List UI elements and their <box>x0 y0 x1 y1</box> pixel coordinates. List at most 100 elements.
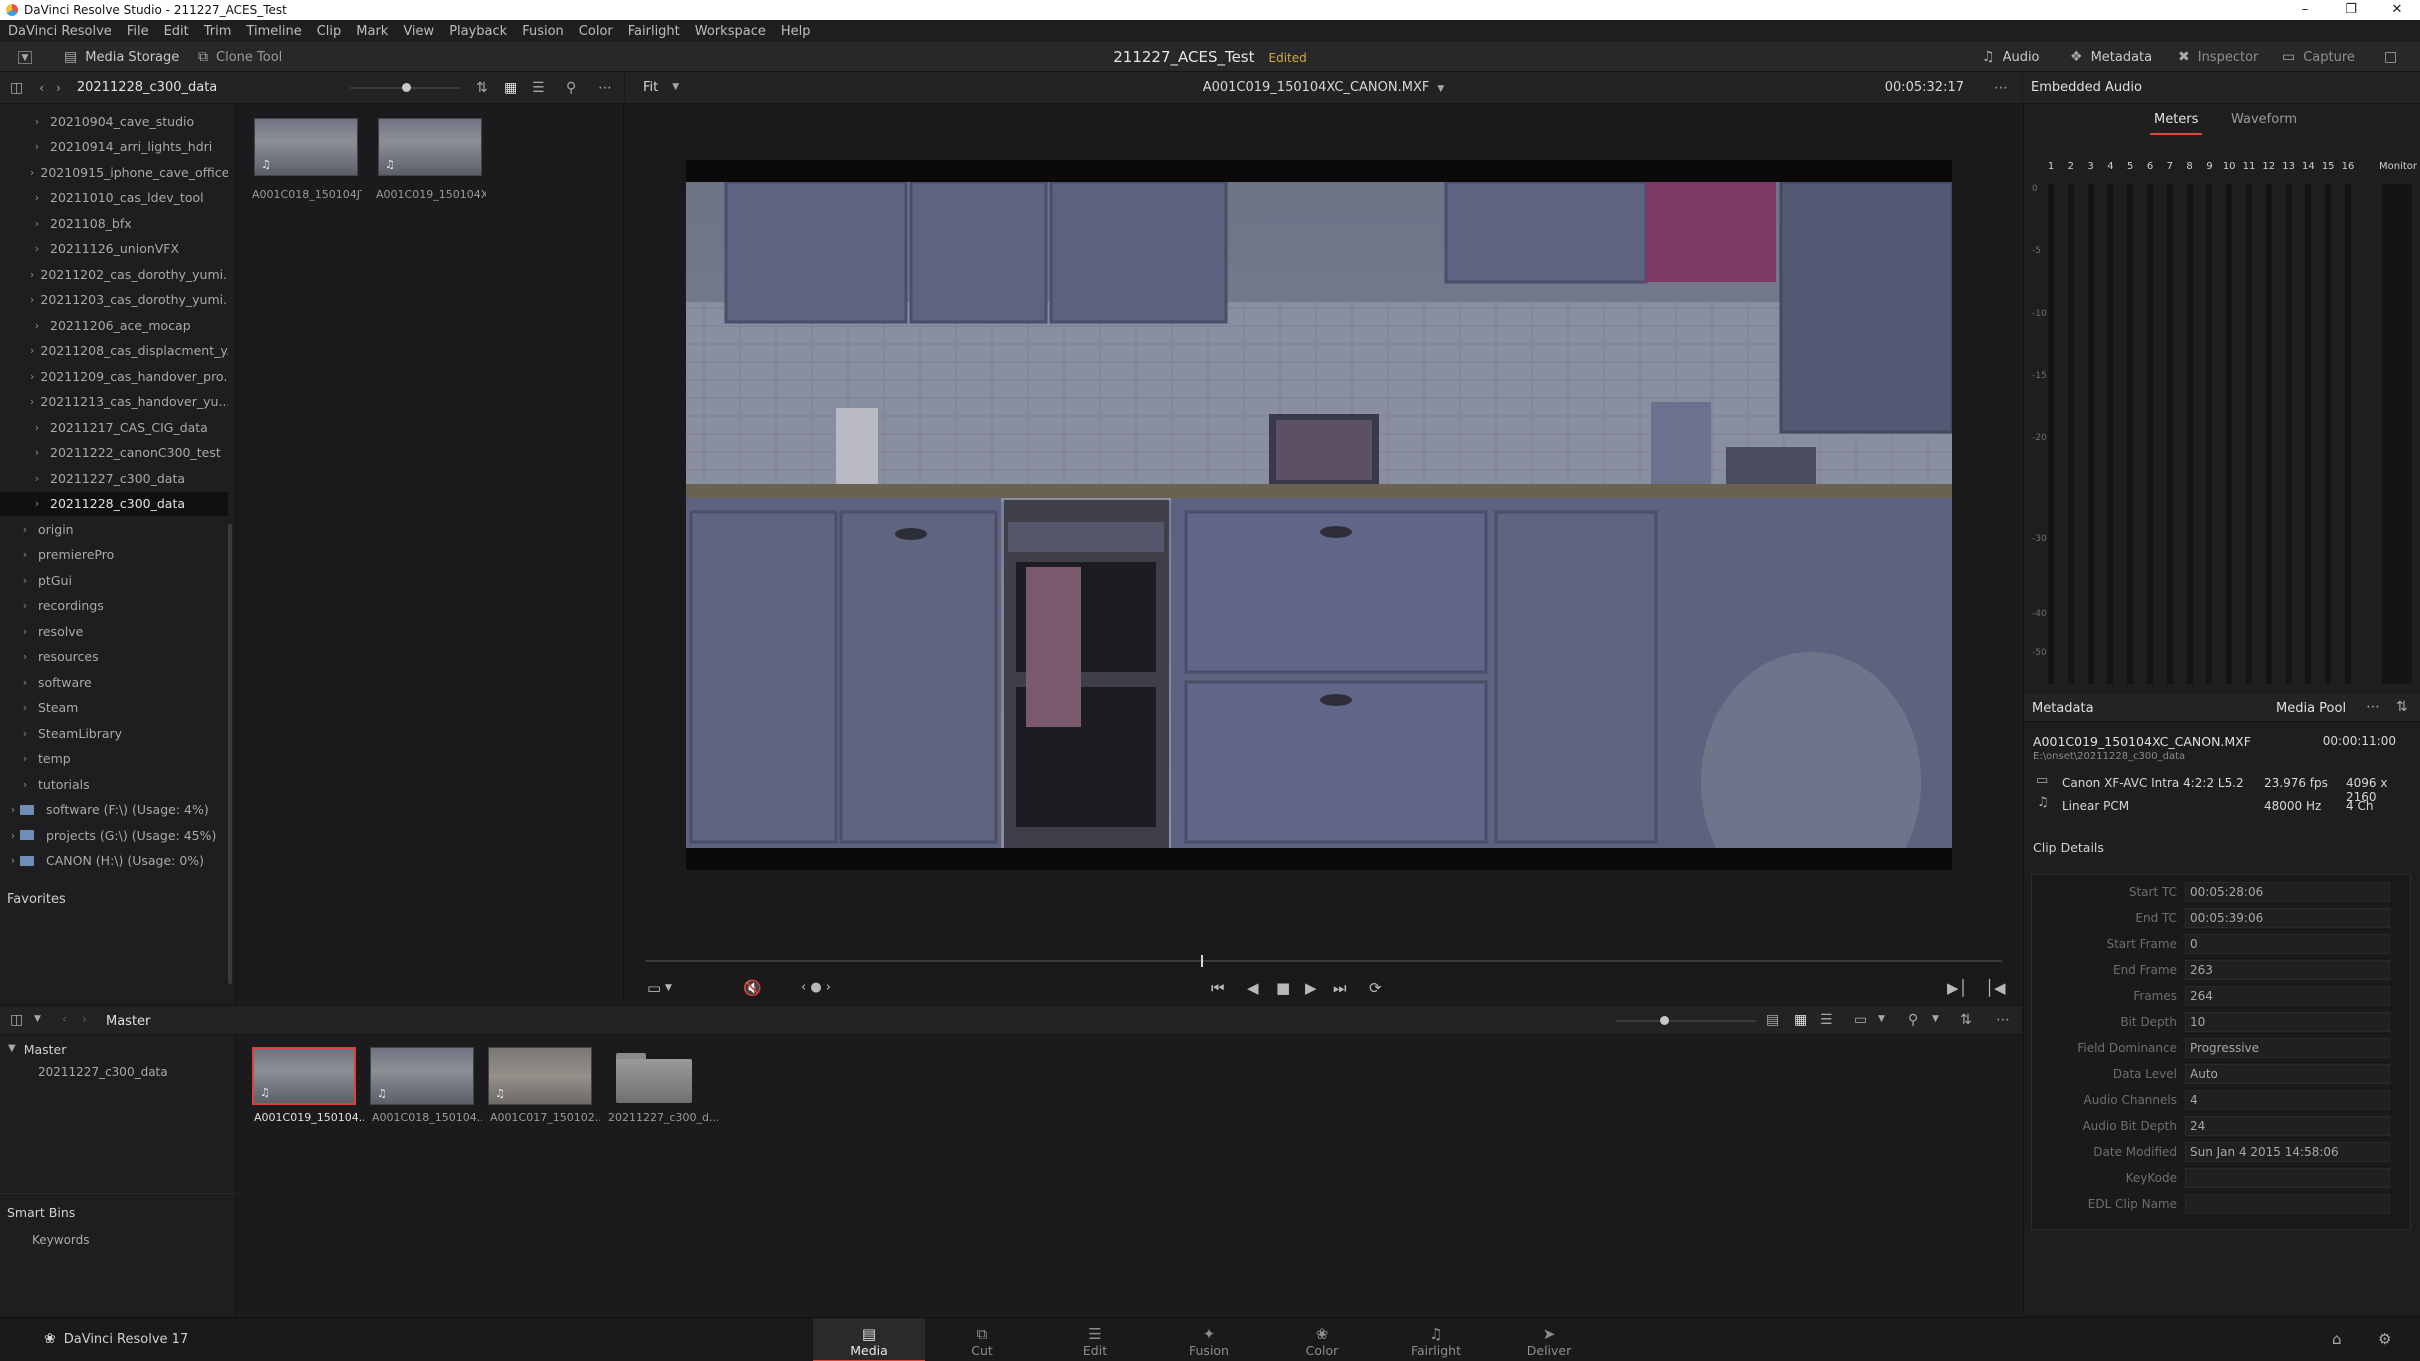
chevron-right-icon[interactable]: › <box>30 395 34 408</box>
chevron-right-icon[interactable]: › <box>30 242 44 255</box>
folder-item[interactable]: › 20211222_canonC300_test <box>0 441 228 465</box>
metadata-field-input[interactable] <box>2185 1194 2390 1214</box>
chevron-right-icon[interactable]: › <box>18 523 32 536</box>
search-icon[interactable]: ⚲ <box>1908 1013 1918 1027</box>
media-storage-button[interactable]: ▤ Media Storage <box>64 42 179 72</box>
folder-item[interactable]: › resolve <box>0 619 228 643</box>
folder-item[interactable]: › 20211010_cas_ldev_tool <box>0 186 228 210</box>
drive-item[interactable]: › projects (G:\) (Usage: 45%) <box>0 823 228 847</box>
menu-edit[interactable]: Edit <box>164 24 189 39</box>
page-cut[interactable]: ⧉ Cut <box>926 1318 1038 1361</box>
chevron-right-icon[interactable]: › <box>18 701 32 714</box>
chevron-right-icon[interactable]: › <box>30 370 34 383</box>
bin-item[interactable]: 20211227_c300_data <box>38 1065 168 1079</box>
folder-item[interactable]: › 2021108_bfx <box>0 211 228 235</box>
stop-icon[interactable]: ■ <box>1276 972 1290 1004</box>
more-options-icon[interactable]: ⋯ <box>2366 700 2380 714</box>
previous-frame-icon[interactable]: │◀ <box>1985 972 2006 1004</box>
folder-item[interactable]: › 20211227_c300_data <box>0 466 228 490</box>
grid-view-icon[interactable]: ▦ <box>504 81 517 95</box>
menu-view[interactable]: View <box>403 24 434 39</box>
menu-color[interactable]: Color <box>579 24 613 39</box>
folder-item[interactable]: › premierePro <box>0 543 228 567</box>
clone-tool-button[interactable]: ⧉ Clone Tool <box>198 42 282 72</box>
list-view-icon[interactable]: ☰ <box>1820 1013 1833 1027</box>
folder-icon[interactable] <box>616 1053 692 1103</box>
chevron-right-icon[interactable]: › <box>30 115 44 128</box>
maximize-icon[interactable]: ❐ <box>2328 0 2374 20</box>
metadata-field-input[interactable]: 264 <box>2185 986 2390 1006</box>
play-icon[interactable]: ▶ <box>1305 972 1317 1004</box>
page-media[interactable]: ▤ Media <box>813 1318 925 1361</box>
metadata-field-input[interactable]: Progressive <box>2185 1038 2390 1058</box>
slider-handle[interactable] <box>1660 1016 1669 1025</box>
pool-clip-thumbnail[interactable]: ♫ <box>252 1047 356 1105</box>
page-fairlight[interactable]: ♫ Fairlight <box>1380 1318 1492 1361</box>
chevron-right-icon[interactable]: › <box>18 599 32 612</box>
tab-meters[interactable]: Meters <box>2149 112 2203 135</box>
sidebar-toggle-icon[interactable]: ◫ <box>10 81 23 95</box>
metadata-field-input[interactable]: 00:05:28:06 <box>2185 882 2390 902</box>
chevron-right-icon[interactable]: › <box>30 217 44 230</box>
menu-file[interactable]: File <box>127 24 149 39</box>
folder-item[interactable]: › recordings <box>0 594 228 618</box>
folder-item[interactable]: › 20211213_cas_handover_yu... <box>0 390 228 414</box>
menu-trim[interactable]: Trim <box>204 24 232 39</box>
more-options-icon[interactable]: ⋯ <box>1994 81 2008 95</box>
chevron-down-icon[interactable]: ▼ <box>1878 1015 1885 1024</box>
play-reverse-icon[interactable]: ◀ <box>1247 972 1259 1004</box>
metadata-field-input[interactable]: 0 <box>2185 934 2390 954</box>
storage-clip-thumbnail[interactable]: ♫ <box>378 118 482 176</box>
storage-clip-thumbnail[interactable]: ♫ <box>254 118 358 176</box>
gear-icon[interactable]: ⚙ <box>2378 1332 2391 1347</box>
chevron-right-icon[interactable]: › <box>30 446 44 459</box>
page-fusion[interactable]: ✦ Fusion <box>1153 1318 1265 1361</box>
folder-item[interactable]: › ptGui <box>0 568 228 592</box>
drive-item[interactable]: › software (F:\) (Usage: 4%) <box>0 798 228 822</box>
zoom-select[interactable]: Fit <box>643 80 658 95</box>
chevron-right-icon[interactable]: › <box>30 319 44 332</box>
chevron-right-icon[interactable]: › <box>18 778 32 791</box>
page-color[interactable]: ❀ Color <box>1266 1318 1378 1361</box>
menu-playback[interactable]: Playback <box>449 24 507 39</box>
chevron-right-icon[interactable]: › <box>18 574 32 587</box>
home-icon[interactable]: ⌂ <box>2332 1332 2342 1347</box>
chevron-down-icon[interactable]: ▼ <box>672 83 679 92</box>
playhead[interactable] <box>1201 955 1204 967</box>
chevron-right-icon[interactable]: › <box>30 472 44 485</box>
sort-icon[interactable]: ⇅ <box>1960 1013 1972 1027</box>
folder-item[interactable]: › resources <box>0 645 228 669</box>
chevron-right-icon[interactable]: › <box>18 625 32 638</box>
folder-item[interactable]: › 20211202_cas_dorothy_yumi... <box>0 262 228 286</box>
chevron-right-icon[interactable]: › <box>18 727 32 740</box>
next-frame-icon[interactable]: ▶│ <box>1947 972 1968 1004</box>
sort-icon[interactable]: ⇅ <box>2396 700 2408 714</box>
menu-workspace[interactable]: Workspace <box>695 24 766 39</box>
mute-audio-icon[interactable]: 🔇 <box>743 972 762 1004</box>
capture-button[interactable]: ▭ Capture <box>2282 42 2355 72</box>
metadata-field-input[interactable]: Auto <box>2185 1064 2390 1084</box>
menu-mark[interactable]: Mark <box>356 24 388 39</box>
chevron-right-icon[interactable]: › <box>18 548 32 561</box>
tree-scrollbar[interactable] <box>228 524 232 984</box>
audio-button[interactable]: ♫ Audio <box>1982 42 2040 72</box>
folder-item[interactable]: › 20211203_cas_dorothy_yumi... <box>0 288 228 312</box>
menu-clip[interactable]: Clip <box>317 24 342 39</box>
folder-item[interactable]: › 20210914_arri_lights_hdri <box>0 135 228 159</box>
chevron-right-icon[interactable]: › <box>6 829 20 842</box>
chevron-right-icon[interactable]: › <box>18 650 32 663</box>
pool-thumbnail-slider[interactable] <box>1616 1016 1756 1025</box>
media-pool-link[interactable]: Media Pool <box>2276 701 2346 716</box>
metadata-button[interactable]: ❖ Metadata <box>2070 42 2152 72</box>
chevron-right-icon[interactable]: › <box>18 676 32 689</box>
folder-item[interactable]: › tutorials <box>0 772 228 796</box>
menu-help[interactable]: Help <box>781 24 811 39</box>
back-arrow-icon[interactable]: ‹ <box>39 82 44 94</box>
inspector-button[interactable]: ✖ Inspector <box>2178 42 2258 72</box>
chevron-right-icon[interactable]: › <box>30 140 44 153</box>
chevron-right-icon[interactable]: › <box>6 854 20 867</box>
metadata-field-input[interactable]: 10 <box>2185 1012 2390 1032</box>
folder-item[interactable]: › 20211217_CAS_CIG_data <box>0 415 228 439</box>
chevron-right-icon[interactable]: › <box>18 752 32 765</box>
viewer-scrub-bar[interactable] <box>645 960 2002 962</box>
